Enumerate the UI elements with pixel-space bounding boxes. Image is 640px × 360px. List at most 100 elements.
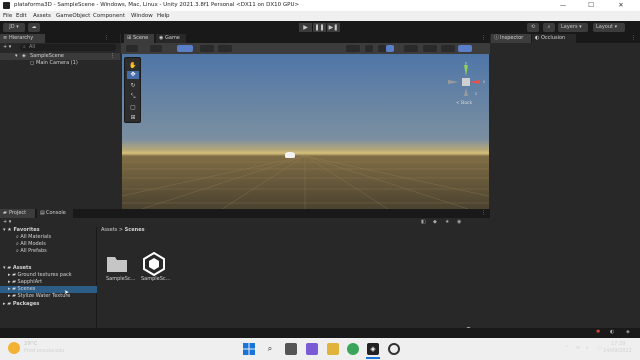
lighting-toggle[interactable] (378, 45, 386, 52)
task-view-icon[interactable] (285, 343, 297, 355)
step-button[interactable]: ▶❚ (327, 23, 340, 32)
layers-dropdown[interactable]: Layers ▾ (558, 23, 588, 32)
menu-file[interactable]: File (3, 13, 12, 19)
hidden-objects-toggle[interactable] (423, 45, 437, 52)
camera-gizmo-icon[interactable] (285, 152, 295, 158)
unity-taskbar-icon[interactable]: ◈ (367, 343, 379, 355)
gizmos-dropdown[interactable] (458, 45, 472, 52)
history-icon[interactable]: ⟲ (527, 23, 539, 32)
grid-snap-toggle[interactable] (177, 45, 193, 52)
hidden-packages-icon[interactable]: ◉ (457, 219, 461, 225)
hierarchy-item[interactable]: ◻ Main Camera (1) (0, 60, 120, 67)
packages-header[interactable]: ▸ ▰ Packages (3, 301, 39, 308)
tab-game[interactable]: ◉ Game (156, 34, 186, 43)
search-by-label-icon[interactable]: ◆ (433, 219, 437, 225)
asset-folder[interactable]: ▸ ▰ Ground textures pack (8, 272, 72, 279)
scene-row[interactable]: ▾ ◈ SampleScene ⋮ (0, 53, 120, 60)
asset-folder[interactable]: ▸ ▰ SapphiArt (8, 279, 42, 286)
file-explorer-icon[interactable] (327, 343, 339, 355)
scene-view-toolbar (121, 43, 490, 54)
clock-time[interactable]: 17:39 (611, 341, 625, 348)
search-icon[interactable]: ⌕ (543, 23, 555, 32)
asset-tile[interactable] (142, 251, 166, 277)
asset-tile[interactable] (104, 254, 130, 274)
camera-settings-dropdown[interactable] (441, 45, 455, 52)
tray-arrow-icon[interactable]: ⌃ (565, 345, 569, 352)
rect-tool-icon[interactable]: ▢ (127, 104, 139, 112)
pause-button[interactable]: ❚❚ (313, 23, 326, 32)
chat-icon[interactable] (306, 343, 318, 355)
scene-viewport[interactable] (122, 54, 489, 209)
ground-plane (122, 156, 489, 209)
hand-tool-icon[interactable]: ✋ (127, 62, 139, 69)
hand-tool-icon[interactable] (126, 45, 138, 52)
panel-menu-icon[interactable]: ⋮ (481, 35, 486, 42)
favorites-header[interactable]: ▾ ★ Favorites (3, 227, 40, 234)
favorite-icon[interactable]: ★ (445, 219, 449, 225)
breadcrumb-current[interactable]: Scenes (125, 227, 145, 233)
tab-project[interactable]: ▰ Project (0, 209, 35, 218)
rotate-tool-icon[interactable]: ↻ (127, 82, 139, 90)
effects-dropdown[interactable] (404, 45, 418, 52)
tab-scene[interactable]: ⊞ Scene (124, 34, 154, 43)
chrome-icon[interactable] (347, 343, 359, 355)
volume-icon[interactable]: 🔈︎ (586, 345, 589, 352)
asset-tile-label: SampleSc... (106, 276, 136, 282)
hierarchy-search[interactable]: ⌕ All (20, 44, 116, 51)
favorite-item-label: All Materials (20, 234, 52, 240)
menu-help[interactable]: Help (157, 13, 170, 19)
snap-settings-toggle[interactable] (218, 45, 232, 52)
audio-toggle[interactable] (386, 45, 394, 52)
breadcrumb-root[interactable]: Assets (101, 227, 117, 233)
console-icon: ▤ (40, 210, 45, 216)
collab-icon[interactable]: ◈ (626, 329, 630, 336)
favorite-item[interactable]: ⌕ All Models (16, 241, 46, 248)
move-tool-icon[interactable]: ✥ (127, 71, 139, 79)
play-button[interactable]: ▶ (299, 23, 312, 32)
layout-dropdown[interactable]: Layout ▾ (593, 23, 625, 32)
search-by-type-icon[interactable]: ◧ (421, 219, 426, 225)
menu-assets[interactable]: Assets (33, 13, 51, 19)
asset-folder[interactable]: ▸ ▰ Stylize Water Texture (8, 293, 70, 300)
increment-snap-toggle[interactable] (200, 45, 214, 52)
menu-gameobject[interactable]: GameObject (56, 13, 90, 19)
create-button[interactable]: + ▾ (3, 44, 11, 51)
orientation-gizmo[interactable]: y x z < Back (446, 62, 486, 107)
obs-icon[interactable] (388, 343, 400, 355)
tab-inspector[interactable]: ⓘ Inspector (491, 34, 531, 43)
panel-menu-icon[interactable]: ⋮ (631, 35, 636, 42)
panel-menu-icon[interactable]: ⋮ (104, 35, 109, 42)
pivot-toggle[interactable] (150, 45, 162, 52)
battery-icon[interactable]: ▭ (597, 345, 602, 352)
windows-start-icon[interactable] (243, 343, 255, 355)
project-tabbar: ▰ Project ▤ Console ⋮ (0, 209, 490, 218)
close-button[interactable]: ✕ (610, 1, 632, 10)
maximize-button[interactable]: ☐ (580, 1, 602, 10)
minimize-button[interactable]: — (552, 1, 574, 10)
bug-icon[interactable]: ✱ (596, 329, 600, 336)
scene-menu-icon[interactable]: ⋮ (110, 53, 115, 60)
draw-mode-dropdown[interactable] (346, 45, 360, 52)
search-icon[interactable]: ⌕ (264, 343, 276, 355)
favorite-item[interactable]: ⌕ All Prefabs (16, 248, 47, 255)
tab-console[interactable]: ▤ Console (37, 209, 73, 218)
favorite-item[interactable]: ⌕ All Materials (16, 234, 51, 241)
menu-edit[interactable]: Edit (16, 13, 27, 19)
tab-occlusion[interactable]: ◐ Occlusion (532, 34, 576, 43)
menu-component[interactable]: Component (93, 13, 125, 19)
asset-folder-selected[interactable]: ▸ ▰ Scenes (0, 286, 97, 293)
assets-header[interactable]: ▾ ▰ Assets (3, 265, 31, 272)
transform-tool-icon[interactable]: ⊞ (127, 114, 139, 122)
tab-hierarchy[interactable]: ≡ Hierarchy (0, 34, 45, 43)
scale-tool-icon[interactable]: ⤡ (127, 93, 139, 101)
create-asset-button[interactable]: + ▾ (3, 219, 11, 226)
wifi-icon[interactable]: ≋ (576, 345, 580, 352)
weather-desc: Pred ensolarado (24, 348, 65, 354)
panel-menu-icon[interactable]: ⋮ (481, 210, 486, 217)
clock-date[interactable]: 14/09/2022 (603, 348, 632, 355)
hierarchy-item-label: Main Camera (1) (36, 60, 78, 66)
account-dropdown[interactable]: JD ▾ (3, 23, 25, 32)
2d-toggle[interactable] (365, 45, 373, 52)
menu-window[interactable]: Window (131, 13, 153, 19)
cloud-icon[interactable]: ☁ (28, 23, 40, 32)
